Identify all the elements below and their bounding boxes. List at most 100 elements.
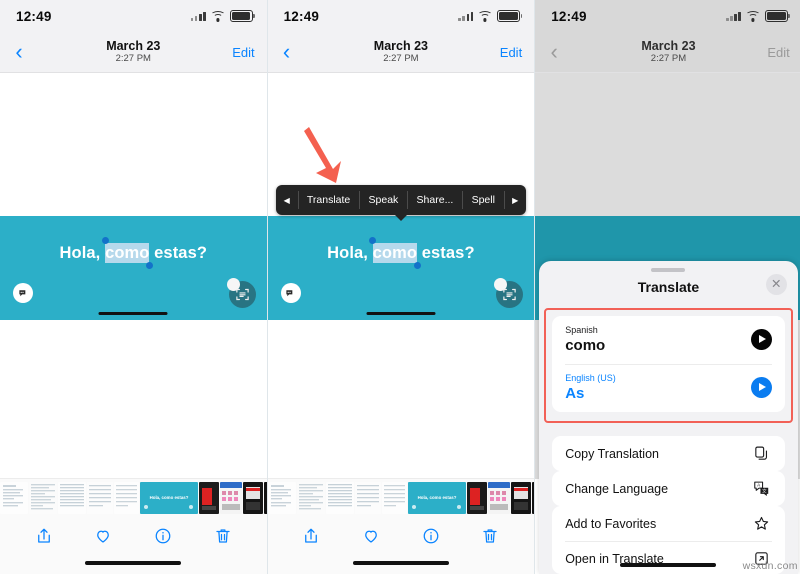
list-item[interactable] — [220, 482, 242, 514]
heart-icon[interactable] — [362, 525, 380, 547]
svg-text:Hola, como estas?: Hola, como estas? — [417, 495, 456, 500]
list-item[interactable] — [354, 482, 381, 514]
list-item[interactable] — [114, 482, 139, 514]
bottom-bar: Hola, como estas? — [267, 478, 535, 574]
wifi-icon — [745, 10, 761, 22]
trash-icon[interactable] — [214, 525, 232, 547]
sheet-title: Translate — [637, 278, 700, 295]
translation-target-row[interactable]: English (US) As — [552, 363, 785, 412]
list-item[interactable] — [29, 482, 57, 514]
back-button[interactable]: ‹ — [543, 41, 565, 63]
status-icons — [458, 9, 523, 23]
status-bar: 12:49 — [267, 0, 535, 32]
trash-icon[interactable] — [481, 525, 499, 547]
info-icon[interactable] — [154, 525, 172, 547]
selection-handle-left[interactable] — [369, 237, 377, 244]
play-target-button[interactable] — [750, 376, 772, 398]
photo-canvas: ◀ Translate Speak Share... Spell ▶ Hola,… — [267, 73, 535, 479]
photo-info-badge-icon[interactable] — [280, 283, 301, 303]
list-item[interactable] — [296, 482, 325, 514]
photo-image[interactable]: Hola, como estas? — [0, 216, 267, 320]
annotation-arrow-icon — [303, 127, 341, 183]
photo-text: Hola, como estas? — [268, 237, 535, 269]
list-item[interactable] — [325, 482, 354, 514]
bottom-bar: Hola, como estas? — [0, 478, 267, 574]
text-selection-context-menu: ◀ Translate Speak Share... Spell ▶ — [275, 127, 527, 221]
home-indicator — [352, 561, 449, 565]
list-item[interactable] — [381, 482, 407, 514]
context-menu-item-speak[interactable]: Speak — [359, 185, 407, 215]
page-title: March 23 — [373, 38, 428, 53]
battery-icon — [229, 9, 255, 23]
list-item[interactable] — [510, 482, 531, 514]
panel-3-translate-sheet: 12:49 ‹ March 23 2:27 PM Edit Translate … — [534, 0, 800, 574]
source-text: como — [565, 337, 606, 354]
list-item[interactable] — [199, 482, 219, 514]
translation-source-text-group: Spanish como — [565, 325, 605, 354]
context-menu-prev[interactable]: ◀ — [276, 185, 298, 215]
status-time: 12:49 — [283, 8, 320, 24]
context-menu-tail — [394, 215, 407, 221]
status-bar: 12:49 — [0, 0, 267, 32]
live-text-icon[interactable] — [494, 278, 524, 308]
menu-item-copy-translation[interactable]: Copy Translation — [552, 436, 785, 471]
photo-text-after: estas? — [417, 244, 475, 262]
status-icons — [725, 9, 790, 23]
status-bar: 12:49 — [535, 0, 800, 32]
menu-item-label: Change Language — [565, 481, 669, 496]
list-item[interactable] — [466, 482, 487, 514]
context-menu-item-translate[interactable]: Translate — [297, 185, 360, 215]
menu-item-label: Copy Translation — [565, 446, 659, 461]
close-icon[interactable]: ✕ — [765, 274, 787, 295]
battery-icon — [497, 9, 523, 23]
menu-item-add-to-favorites[interactable]: Add to Favorites — [552, 506, 785, 541]
page-title: March 23 — [641, 38, 696, 53]
edit-button[interactable]: Edit — [232, 45, 254, 60]
selection-handle-right[interactable] — [145, 262, 153, 269]
share-icon[interactable] — [35, 525, 53, 547]
photo-text: Hola, como estas? — [0, 237, 267, 269]
share-icon[interactable] — [302, 525, 320, 547]
selection-handle-left[interactable] — [101, 237, 109, 244]
info-icon[interactable] — [422, 525, 440, 547]
list-item-selected[interactable]: Hola, como estas? — [140, 482, 198, 514]
context-menu-item-spell[interactable]: Spell — [462, 185, 504, 215]
menu-item-change-language[interactable]: Change Language A文 — [552, 471, 785, 506]
edit-button[interactable]: Edit — [500, 45, 522, 60]
wifi-icon — [477, 10, 493, 22]
list-item[interactable] — [87, 482, 113, 514]
svg-text:Hola, como estas?: Hola, como estas? — [150, 495, 189, 500]
translation-source-row[interactable]: Spanish como — [552, 316, 785, 364]
target-language-label: English (US) — [565, 372, 616, 383]
selected-text[interactable]: como — [101, 237, 153, 269]
home-indicator — [620, 563, 717, 567]
menu-card-copy: Copy Translation — [552, 436, 785, 471]
list-item[interactable] — [58, 482, 86, 514]
context-menu-item-share[interactable]: Share... — [407, 185, 462, 215]
selection-handle-right[interactable] — [413, 262, 421, 269]
list-item[interactable] — [243, 482, 263, 514]
list-item[interactable] — [267, 482, 296, 514]
status-time: 12:49 — [551, 8, 587, 24]
translation-target-text-group: English (US) As — [565, 373, 616, 402]
photo-info-badge-icon[interactable] — [13, 283, 33, 303]
back-button[interactable]: ‹ — [8, 41, 30, 63]
photo-image[interactable]: Hola, como estas? — [267, 216, 535, 320]
list-item[interactable] — [0, 482, 28, 514]
nav-center: March 23 2:27 PM — [535, 39, 800, 66]
filmstrip[interactable]: Hola, como estas? — [0, 479, 267, 515]
photo-toolbar — [0, 515, 267, 555]
filmstrip[interactable]: Hola, como estas? — [267, 479, 535, 515]
heart-icon[interactable] — [94, 525, 112, 547]
selected-text[interactable]: como — [369, 237, 421, 269]
live-text-icon[interactable] — [226, 278, 256, 308]
edit-button: Edit — [767, 44, 790, 60]
list-item-selected[interactable]: Hola, como estas? — [407, 482, 466, 514]
list-item[interactable] — [487, 482, 510, 514]
translation-card: Spanish como English (US) As — [552, 316, 785, 412]
back-button[interactable]: ‹ — [276, 41, 298, 63]
page-subtitle: 2:27 PM — [115, 53, 151, 65]
context-menu-next[interactable]: ▶ — [504, 185, 526, 215]
home-indicator — [85, 561, 182, 565]
play-source-button[interactable] — [750, 328, 772, 350]
